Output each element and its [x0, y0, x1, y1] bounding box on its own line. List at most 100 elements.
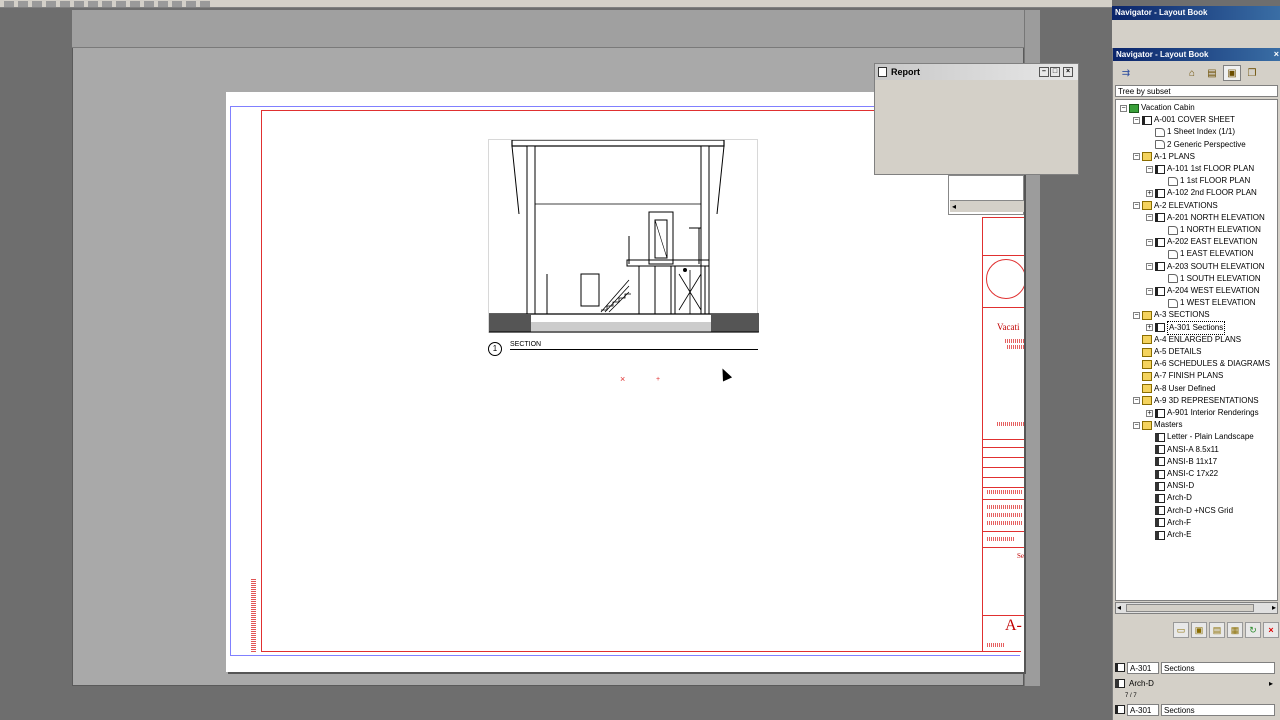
undo-icon[interactable] — [60, 1, 70, 7]
tree-item[interactable]: Arch-D +NCS Grid — [1146, 505, 1233, 517]
zoom-out-icon[interactable] — [172, 1, 182, 7]
tree-item[interactable]: ANSI-D — [1146, 480, 1194, 492]
tree-item[interactable]: − Masters — [1133, 419, 1182, 431]
navigator-top-title[interactable]: Navigator - Layout Book — [1112, 6, 1280, 20]
open-icon[interactable] — [18, 1, 28, 7]
scrollbar-thumb[interactable] — [1126, 604, 1254, 612]
tree-horizontal-scrollbar[interactable]: ◂ ▸ — [1115, 602, 1278, 614]
tree-item[interactable]: − A-204 WEST ELEVATION — [1146, 285, 1259, 297]
tree-expander-icon[interactable]: − — [1133, 311, 1140, 319]
tree-item[interactable]: + A-102 2nd FLOOR PLAN — [1146, 187, 1257, 199]
pan-icon[interactable] — [186, 1, 196, 7]
copy-icon[interactable] — [102, 1, 112, 7]
tree-expander-icon[interactable]: − — [1146, 238, 1153, 246]
tree-item[interactable]: 1 Sheet Index (1/1) — [1146, 126, 1235, 138]
tree-item[interactable]: − A-101 1st FLOOR PLAN — [1146, 163, 1254, 175]
section-drawing[interactable] — [488, 139, 759, 333]
tree-expander-icon[interactable]: − — [1146, 287, 1153, 295]
tree-item[interactable]: 1 WEST ELEVATION — [1159, 297, 1256, 309]
tree-item[interactable]: 1 1st FLOOR PLAN — [1159, 175, 1250, 187]
tree-expander-icon[interactable]: + — [1146, 409, 1153, 417]
report-title-bar[interactable]: Report – □ × — [875, 64, 1078, 80]
view-map-icon[interactable]: ▤ — [1203, 65, 1221, 81]
tree-item[interactable]: A-6 SCHEDULES & DIAGRAMS — [1133, 358, 1270, 370]
scroll-right-icon[interactable]: ▸ — [1272, 603, 1276, 613]
tree-expander-icon[interactable]: − — [1120, 104, 1127, 112]
new-folder-icon[interactable]: ▤ — [1209, 622, 1225, 638]
tree-mode-select[interactable]: Tree by subset — [1115, 85, 1278, 97]
publisher-icon[interactable]: ❐ — [1243, 65, 1261, 81]
paste-icon[interactable] — [116, 1, 126, 7]
print-icon[interactable] — [46, 1, 56, 7]
new-subset-icon[interactable]: ▦ — [1227, 622, 1243, 638]
tree-item[interactable]: − A-2 ELEVATIONS — [1133, 200, 1218, 212]
report-window[interactable]: Report – □ × — [874, 63, 1079, 175]
redo-icon[interactable] — [74, 1, 84, 7]
navigator-close-icon[interactable]: × — [1274, 49, 1279, 59]
tree-expander-icon[interactable]: − — [1146, 214, 1153, 222]
tree-expander-icon[interactable]: − — [1133, 153, 1140, 161]
tree-expander-icon[interactable]: + — [1146, 189, 1153, 197]
delete-icon[interactable]: × — [1263, 622, 1279, 638]
tree-item[interactable]: A-8 User Defined — [1133, 383, 1215, 395]
tree-expander-icon[interactable]: + — [1146, 324, 1153, 332]
tree-item[interactable]: − A-201 NORTH ELEVATION — [1146, 212, 1265, 224]
tree-item[interactable]: − A-3 SECTIONS — [1133, 309, 1210, 321]
project-map-icon[interactable]: ⌂ — [1183, 65, 1201, 81]
tree-item[interactable]: Arch-D — [1146, 492, 1192, 504]
scroll-left-icon[interactable]: ◂ — [952, 202, 956, 211]
maximize-icon[interactable]: □ — [1050, 67, 1060, 77]
tree-item[interactable]: Letter - Plain Landscape — [1146, 431, 1254, 443]
minimize-icon[interactable]: – — [1039, 67, 1049, 77]
zoom-in-icon[interactable] — [158, 1, 168, 7]
tree-item[interactable]: − A-202 EAST ELEVATION — [1146, 236, 1257, 248]
bottom-sheet-id-field[interactable]: A-301 — [1127, 704, 1159, 716]
tree-expander-icon[interactable]: − — [1146, 165, 1153, 173]
tree-expander-icon[interactable]: − — [1133, 116, 1140, 124]
sheet-name-field[interactable]: Sections — [1161, 662, 1275, 674]
tree-item[interactable]: − A-203 SOUTH ELEVATION — [1146, 261, 1265, 273]
layout-book-icon[interactable]: ▣ — [1223, 65, 1241, 81]
fit-window-icon[interactable] — [200, 1, 210, 7]
navigator-title-bar[interactable]: Navigator - Layout Book × — [1113, 48, 1280, 61]
tree-item[interactable]: 1 NORTH ELEVATION — [1159, 224, 1261, 236]
master-dropdown-icon[interactable]: ▸ — [1269, 678, 1273, 690]
tree-item[interactable]: A-5 DETAILS — [1133, 346, 1201, 358]
marquee-tool-icon[interactable] — [144, 1, 154, 7]
close-icon[interactable]: × — [1063, 67, 1073, 77]
scroll-left-icon[interactable]: ◂ — [1117, 603, 1121, 613]
cut-icon[interactable] — [88, 1, 98, 7]
new-master-icon[interactable]: ▣ — [1191, 622, 1207, 638]
update-icon[interactable]: ↻ — [1245, 622, 1261, 638]
arrow-tool-icon[interactable] — [130, 1, 140, 7]
tree-item[interactable]: ANSI-B 11x17 — [1146, 456, 1217, 468]
layout-sheet[interactable]: 1 SECTION × + Vacati Se A- — [226, 92, 1024, 672]
tree-item[interactable]: − A-9 3D REPRESENTATIONS — [1133, 395, 1259, 407]
tree-item[interactable]: + A-301 Sections — [1146, 320, 1226, 335]
new-icon[interactable] — [4, 1, 14, 7]
tree-expander-icon[interactable]: − — [1146, 263, 1153, 271]
secondary-window-scrollbar[interactable]: ◂ — [950, 200, 1024, 212]
tree-item[interactable]: Arch-E — [1146, 529, 1191, 541]
tree-item[interactable]: 1 SOUTH ELEVATION — [1159, 273, 1261, 285]
master-select[interactable]: Arch-D — [1127, 678, 1267, 690]
tree-item[interactable]: 2 Generic Perspective — [1146, 139, 1246, 151]
tree-expander-icon[interactable]: − — [1133, 202, 1140, 210]
layout-tree[interactable]: − Vacation Cabin − A-001 COVER SHEET 1 Sheet… — [1115, 99, 1278, 601]
tree-item[interactable]: − A-1 PLANS — [1133, 151, 1195, 163]
tree-item[interactable]: A-4 ENLARGED PLANS — [1133, 334, 1241, 346]
tree-item[interactable]: ANSI-A 8.5x11 — [1146, 444, 1219, 456]
tree-item[interactable]: + A-901 Interior Renderings — [1146, 407, 1259, 419]
tree-item[interactable]: − A-001 COVER SHEET — [1133, 114, 1235, 126]
tree-item[interactable]: 1 EAST ELEVATION — [1159, 248, 1253, 260]
tree-item[interactable]: ANSI-C 17x22 — [1146, 468, 1218, 480]
tree-item[interactable]: Arch-F — [1146, 517, 1191, 529]
sheet-id-field[interactable]: A-301 — [1127, 662, 1159, 674]
navigator-mode-icon[interactable]: ⇉ — [1117, 65, 1135, 81]
save-icon[interactable] — [32, 1, 42, 7]
new-layout-icon[interactable]: ▭ — [1173, 622, 1189, 638]
tree-item[interactable]: A-7 FINISH PLANS — [1133, 370, 1223, 382]
tree-item[interactable]: − Vacation Cabin — [1120, 102, 1195, 114]
bottom-sheet-name-field[interactable]: Sections — [1161, 704, 1275, 716]
tree-expander-icon[interactable]: − — [1133, 397, 1140, 405]
